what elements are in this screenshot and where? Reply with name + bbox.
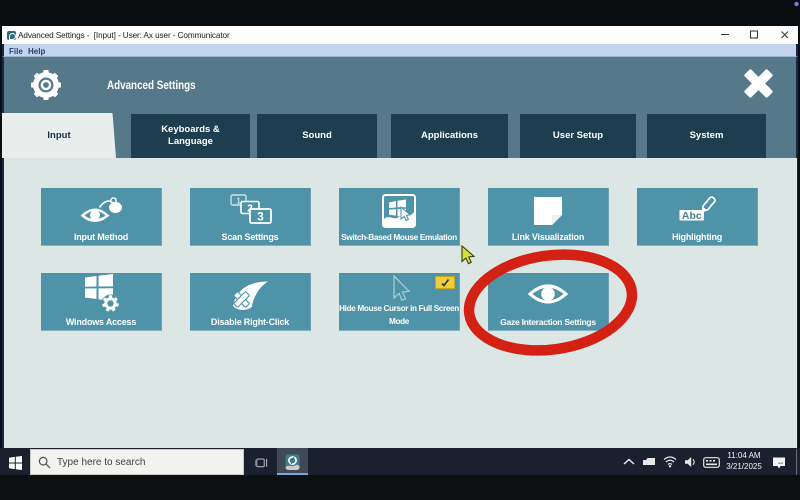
svg-text:Abc: Abc	[682, 210, 702, 222]
svg-text:3: 3	[257, 210, 264, 224]
